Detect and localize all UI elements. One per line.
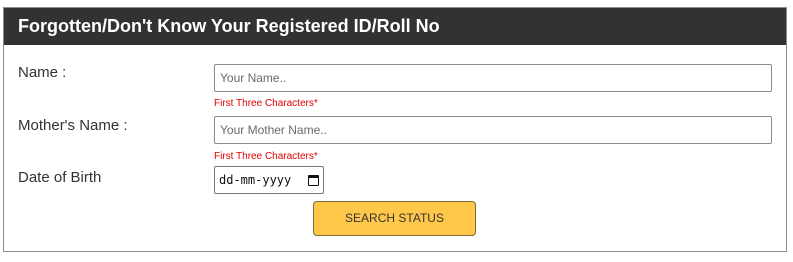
panel-title: Forgotten/Don't Know Your Registered ID/… bbox=[4, 8, 786, 45]
mother-name-label: Mother's Name : bbox=[18, 117, 128, 134]
calendar-icon[interactable] bbox=[308, 174, 319, 186]
name-hint: First Three Characters* bbox=[214, 98, 318, 109]
name-label: Name : bbox=[18, 64, 67, 81]
search-status-button[interactable]: SEARCH STATUS bbox=[313, 201, 476, 236]
mother-name-input[interactable] bbox=[214, 116, 772, 144]
dob-label: Date of Birth bbox=[18, 169, 102, 186]
dob-placeholder: dd-mm-yyyy bbox=[219, 173, 292, 187]
forgot-id-panel: Forgotten/Don't Know Your Registered ID/… bbox=[3, 7, 787, 252]
dob-input[interactable]: dd-mm-yyyy bbox=[214, 166, 324, 194]
mother-name-hint: First Three Characters* bbox=[214, 151, 318, 162]
name-input[interactable] bbox=[214, 64, 772, 92]
